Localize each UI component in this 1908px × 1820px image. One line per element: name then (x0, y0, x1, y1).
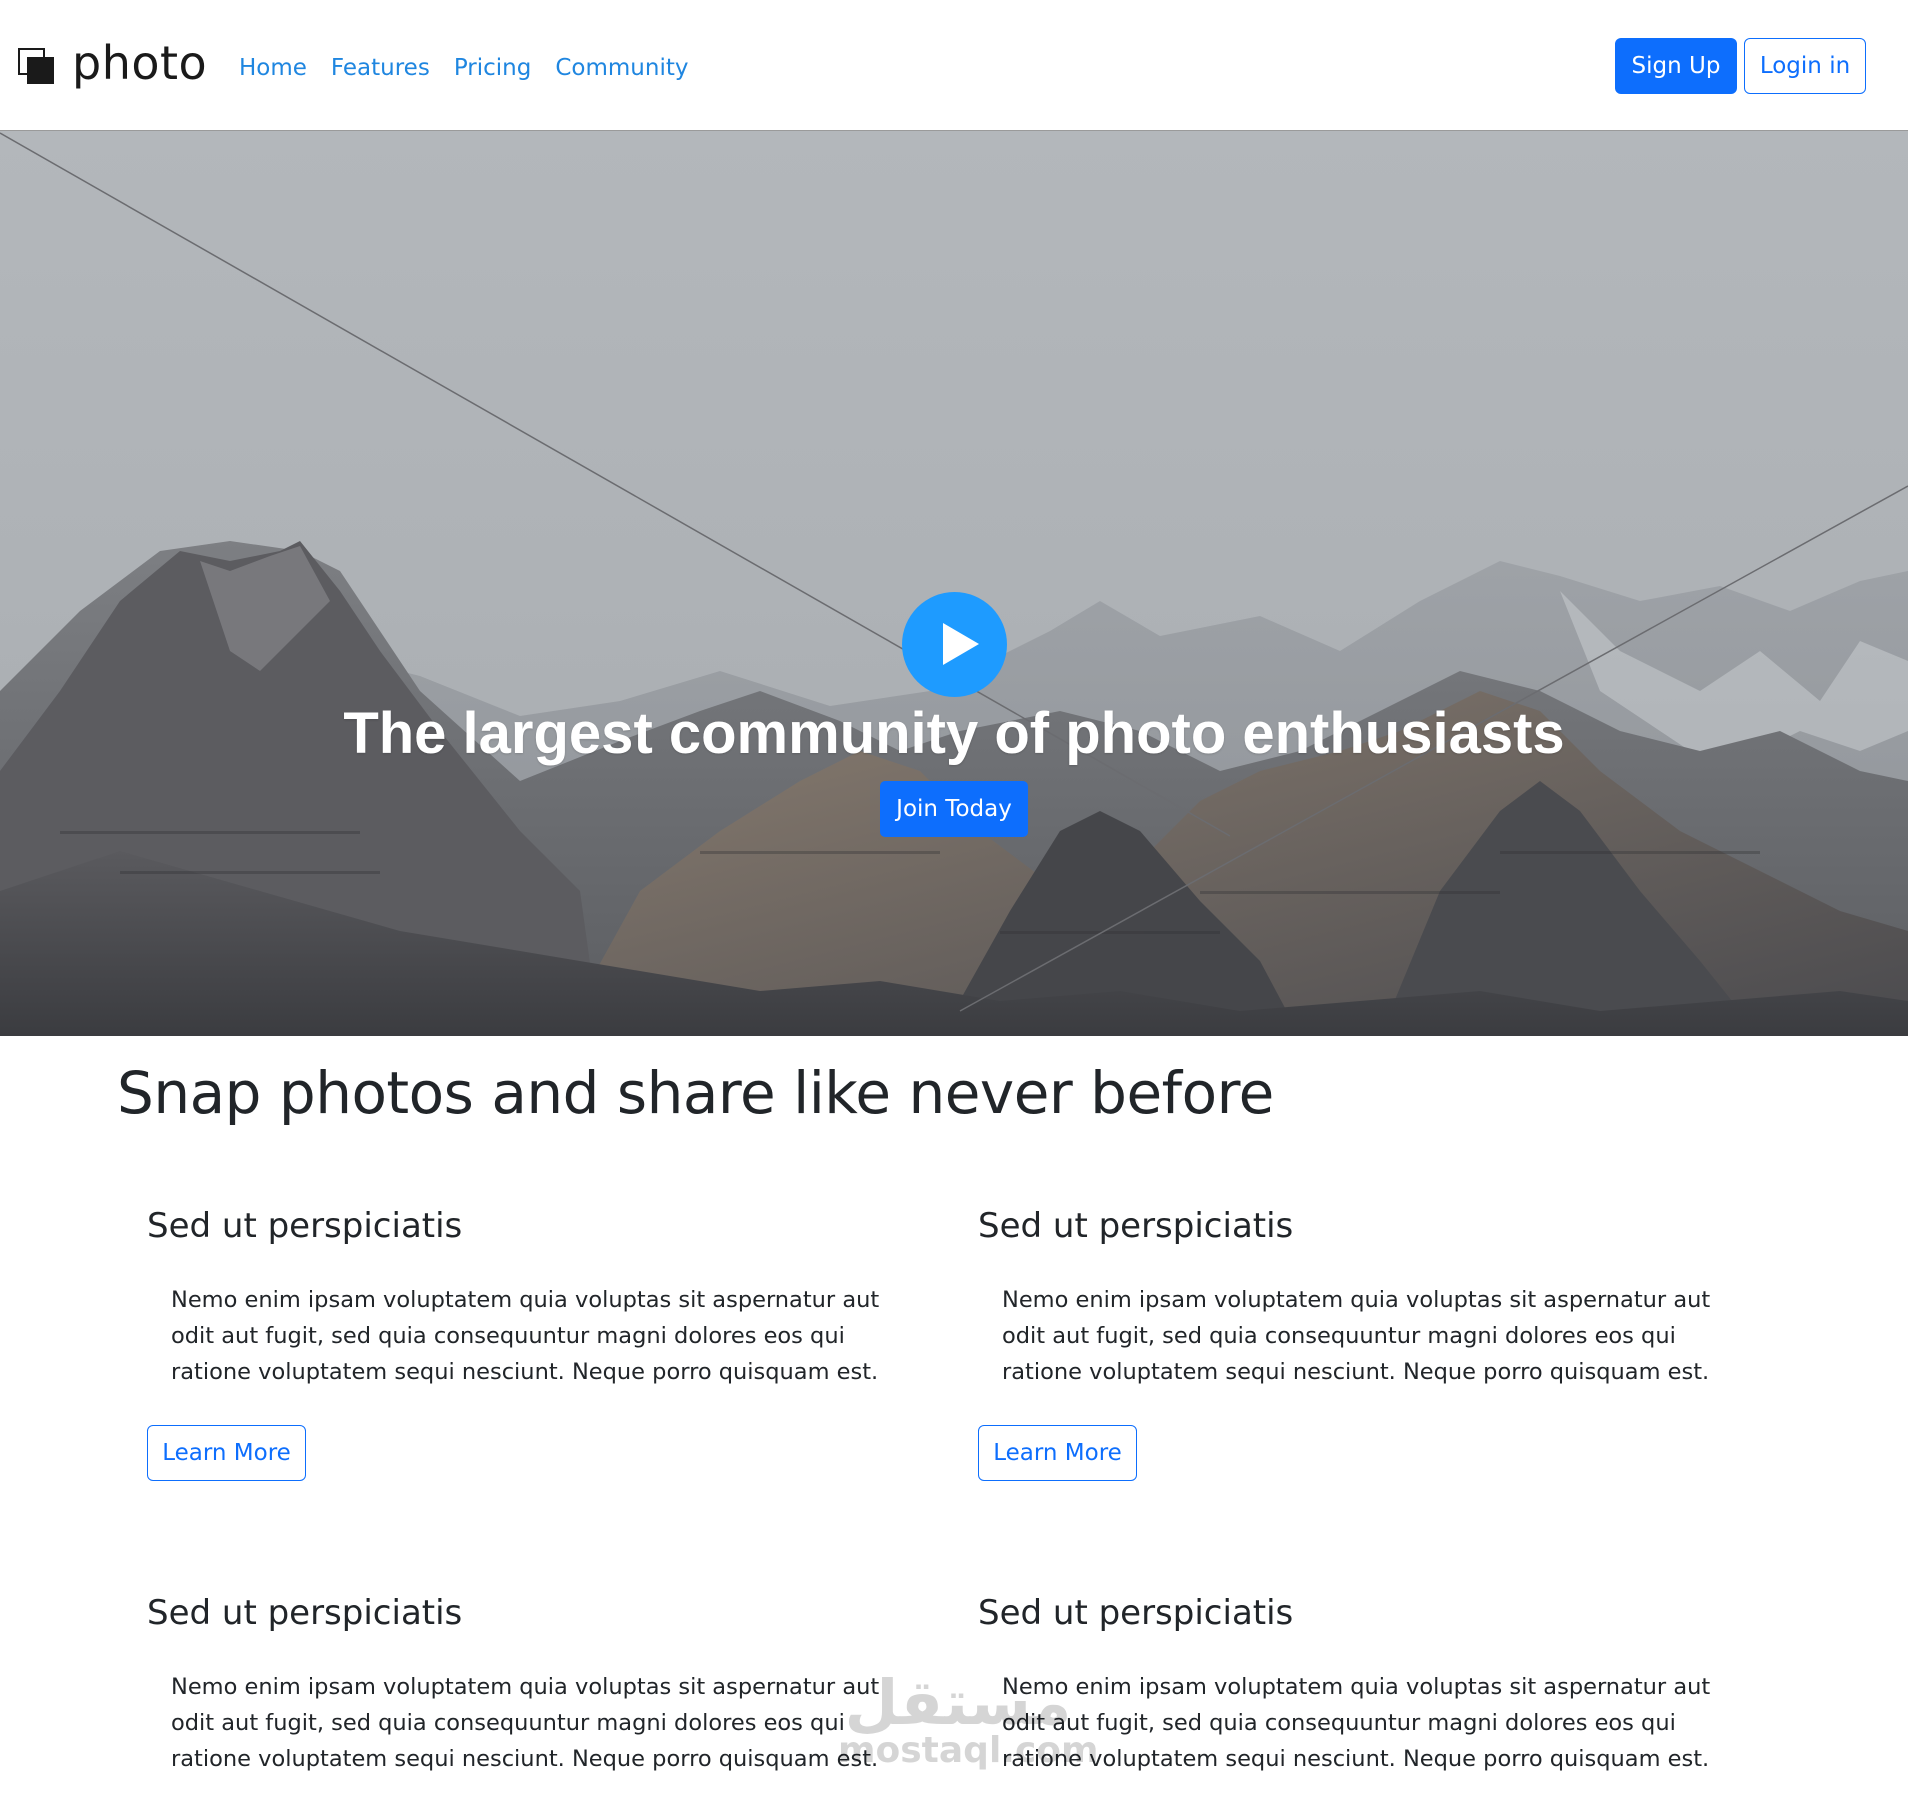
nav-link-community[interactable]: Community (555, 50, 688, 86)
feature-card: Sed ut perspiciatis Nemo enim ipsam volu… (978, 1589, 1738, 1789)
login-button[interactable]: Login in (1744, 38, 1866, 94)
nav-link-home[interactable]: Home (239, 50, 307, 86)
learn-more-button[interactable]: Learn More (978, 1425, 1137, 1481)
nav-link-pricing[interactable]: Pricing (454, 50, 532, 86)
feature-card: Sed ut perspiciatis Nemo enim ipsam volu… (978, 1202, 1738, 1502)
feature-title: Sed ut perspiciatis (147, 1206, 463, 1246)
feature-text: Nemo enim ipsam voluptatem quia voluptas… (1002, 1674, 1711, 1772)
feature-title: Sed ut perspiciatis (978, 1206, 1294, 1246)
feature-card: Sed ut perspiciatis Nemo enim ipsam volu… (147, 1202, 907, 1502)
logo-mark-icon (18, 48, 54, 84)
feature-title: Sed ut perspiciatis (978, 1593, 1294, 1633)
section-title: Snap photos and share like never before (117, 1059, 1274, 1127)
feature-card: Sed ut perspiciatis Nemo enim ipsam volu… (147, 1589, 907, 1789)
mountain-background-image (0, 131, 1908, 1036)
feature-title: Sed ut perspiciatis (147, 1593, 463, 1633)
feature-text: Nemo enim ipsam voluptatem quia voluptas… (171, 1287, 880, 1385)
hero-title: The largest community of photo enthusias… (343, 701, 1565, 766)
play-video-button[interactable] (902, 592, 1007, 697)
top-navbar: photo Home Features Pricing Community Si… (0, 0, 1908, 131)
learn-more-button[interactable]: Learn More (147, 1425, 306, 1481)
feature-text: Nemo enim ipsam voluptatem quia voluptas… (1002, 1287, 1711, 1385)
feature-text: Nemo enim ipsam voluptatem quia voluptas… (171, 1674, 880, 1772)
nav-link-features[interactable]: Features (331, 50, 430, 86)
brand-name: photo (72, 36, 208, 90)
brand-logo[interactable]: photo (18, 38, 207, 94)
play-icon (943, 623, 979, 665)
join-today-button[interactable]: Join Today (880, 781, 1028, 837)
nav-links: Home Features Pricing Community (239, 50, 712, 86)
hero-section: The largest community of photo enthusias… (0, 131, 1908, 1036)
sign-up-button[interactable]: Sign Up (1615, 38, 1737, 94)
